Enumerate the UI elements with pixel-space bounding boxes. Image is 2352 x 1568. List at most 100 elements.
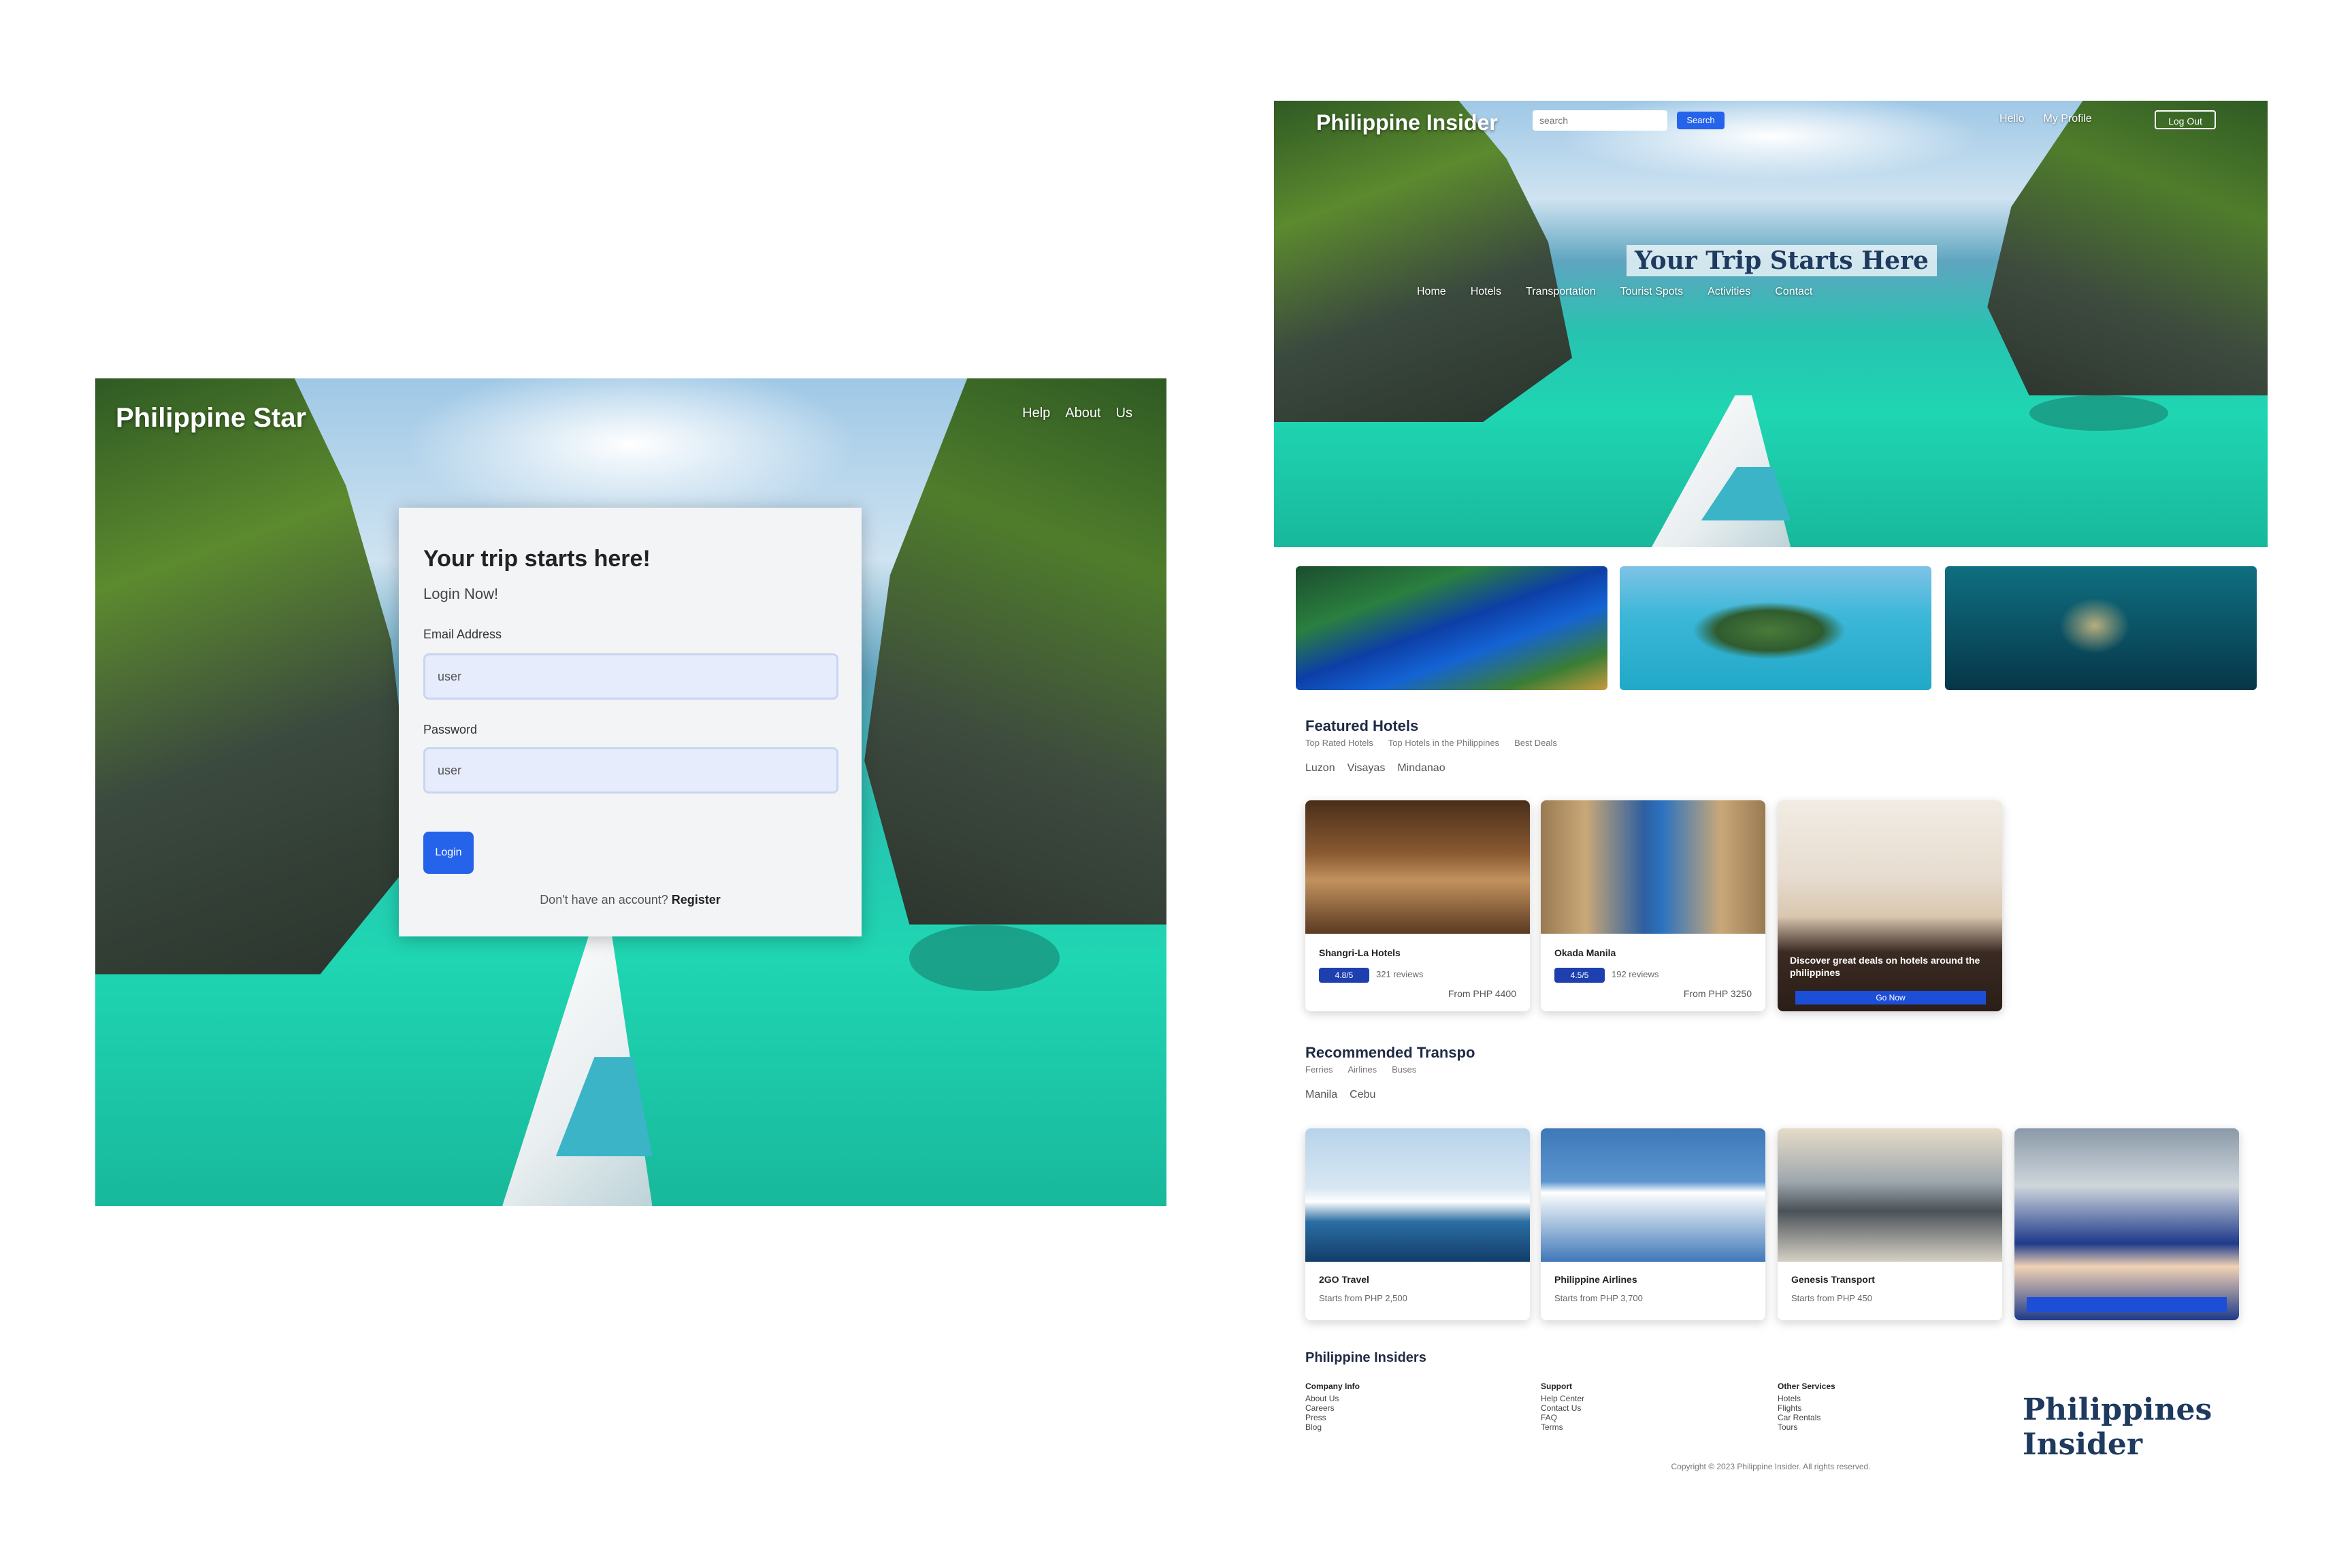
hotel-card[interactable]: Okada Manila 4.5/5 192 reviews From PHP … [1541,800,1765,1011]
hotel-promo-card: Discover great deals on hotels around th… [1778,800,2002,1011]
driver-promo-bar[interactable] [2027,1297,2227,1312]
cliff-left-scenery [1274,101,1572,423]
nav-help[interactable]: Help [1022,406,1050,421]
nav-home[interactable]: Home [1417,286,1446,298]
hotels-section-title: Featured Hotels [1305,717,1419,734]
driver-promo-card[interactable] [2014,1128,2239,1320]
footer-col-head: Company Info [1305,1382,1360,1391]
search-input[interactable]: search [1533,110,1667,131]
nav-transportation[interactable]: Transportation [1526,286,1596,298]
footer-link[interactable]: Tours [1778,1422,1835,1432]
transpo-sub-item: Airlines [1348,1064,1377,1075]
hotel-card[interactable]: Shangri-La Hotels 4.8/5 321 reviews From… [1305,800,1530,1011]
nav-us[interactable]: Us [1116,406,1132,421]
transpo-price: Starts from PHP 450 [1791,1293,1872,1303]
reef-scenery [909,924,1060,991]
driver-photo [2014,1128,2239,1320]
cliff-right-scenery [864,378,1166,925]
cliff-right-scenery [1987,101,2268,395]
footer-link[interactable]: Hotels [1778,1394,1835,1403]
hero-title: Your Trip Starts Here [1627,245,1937,276]
transpo-section-subtitle: Ferries Airlines Buses [1305,1064,1416,1075]
footer-copyright: Copyright © 2023 Philippine Insider. All… [1671,1462,1871,1471]
footer-column: Support Help Center Contact Us FAQ Terms [1541,1382,1584,1432]
footer-link[interactable]: Flights [1778,1403,1835,1413]
transpo-sub-item: Buses [1392,1064,1417,1075]
promo-button[interactable]: Go Now [1795,991,1986,1004]
email-label: Email Address [423,627,502,641]
ferry-photo [1305,1128,1530,1262]
hotel-photo [1541,800,1765,934]
hotels-sub-item: Best Deals [1514,738,1557,748]
hotel-region-tabs: Luzon Visayas Mindanao [1305,762,1446,774]
destination-photo[interactable] [1620,566,1931,690]
footer-logo: Philippines Insider [2023,1392,2212,1462]
hotels-sub-item: Top Rated Hotels [1305,738,1373,748]
search-button[interactable]: Search [1677,112,1725,129]
hero-nav: Home Hotels Transportation Tourist Spots… [1417,286,1812,298]
transpo-price: Starts from PHP 2,500 [1319,1293,1407,1303]
airplane-photo [1541,1128,1765,1262]
transpo-section-title: Recommended Transpo [1305,1044,1475,1061]
reef-scenery [2029,395,2168,431]
register-prompt: Don't have an account? Register [399,893,862,907]
tab-luzon[interactable]: Luzon [1305,762,1335,774]
footer-link[interactable]: Car Rentals [1778,1413,1835,1422]
nav-contact[interactable]: Contact [1775,286,1812,298]
email-field[interactable]: user [423,653,838,700]
login-subtitle: Login Now! [423,585,499,602]
login-title: Your trip starts here! [423,546,651,572]
register-text: Don't have an account? [540,893,668,906]
transpo-name: Philippine Airlines [1554,1274,1637,1285]
hello-link[interactable]: Hello [1999,113,2024,125]
profile-link[interactable]: My Profile [2043,113,2091,125]
tab-mindanao[interactable]: Mindanao [1397,762,1445,774]
hotels-sub-item: Top Hotels in the Philippines [1388,738,1500,748]
rating-badge: 4.5/5 [1554,968,1605,983]
brand-logo[interactable]: Philippine Star [116,403,306,434]
bus-photo [1778,1128,2002,1262]
transpo-price: Starts from PHP 3,700 [1554,1293,1643,1303]
homepage: Philippine Insider search Search Hello M… [1274,101,2268,1496]
cliff-left-scenery [95,378,417,975]
tab-cebu[interactable]: Cebu [1350,1089,1375,1101]
footer-link[interactable]: Blog [1305,1422,1360,1432]
login-screen: Philippine Star Help About Us Your trip … [95,378,1166,1206]
hero-banner: Philippine Insider search Search Hello M… [1274,101,2268,547]
register-link[interactable]: Register [672,893,721,906]
footer-link[interactable]: Careers [1305,1403,1360,1413]
transpo-name: Genesis Transport [1791,1274,1875,1285]
password-field[interactable]: user [423,747,838,794]
transpo-card[interactable]: Philippine Airlines Starts from PHP 3,70… [1541,1128,1765,1320]
login-card: Your trip starts here! Login Now! Email … [399,508,862,936]
nav-activities[interactable]: Activities [1708,286,1750,298]
footer-column: Other Services Hotels Flights Car Rental… [1778,1382,1835,1432]
top-nav: Help About Us [1022,406,1132,421]
destination-photo[interactable] [1945,566,2257,690]
user-links: Hello My Profile [1999,113,2092,125]
nav-hotels[interactable]: Hotels [1471,286,1501,298]
destination-photo[interactable] [1296,566,1607,690]
footer-link[interactable]: Help Center [1541,1394,1584,1403]
hotel-name: Okada Manila [1554,947,1616,958]
footer-link[interactable]: Press [1305,1413,1360,1422]
login-button[interactable]: Login [423,832,474,874]
logout-button[interactable]: Log Out [2155,110,2216,129]
tab-visayas[interactable]: Visayas [1348,762,1386,774]
footer-col-head: Support [1541,1382,1572,1391]
tab-manila[interactable]: Manila [1305,1089,1337,1101]
nav-tourist-spots[interactable]: Tourist Spots [1620,286,1683,298]
transpo-card[interactable]: Genesis Transport Starts from PHP 450 [1778,1128,2002,1320]
footer-link[interactable]: FAQ [1541,1413,1584,1422]
transpo-card[interactable]: 2GO Travel Starts from PHP 2,500 [1305,1128,1530,1320]
promo-text: Discover great deals on hotels around th… [1790,955,1980,978]
footer-link[interactable]: Contact Us [1541,1403,1584,1413]
footer-link[interactable]: Terms [1541,1422,1584,1432]
nav-about[interactable]: About [1065,406,1100,421]
review-count: 192 reviews [1612,969,1659,979]
hotel-name: Shangri-La Hotels [1319,947,1401,958]
rating-badge: 4.8/5 [1319,968,1369,983]
footer-link[interactable]: About Us [1305,1394,1360,1403]
hotels-section-subtitle: Top Rated Hotels Top Hotels in the Phili… [1305,738,1557,748]
brand-logo[interactable]: Philippine Insider [1316,110,1498,135]
